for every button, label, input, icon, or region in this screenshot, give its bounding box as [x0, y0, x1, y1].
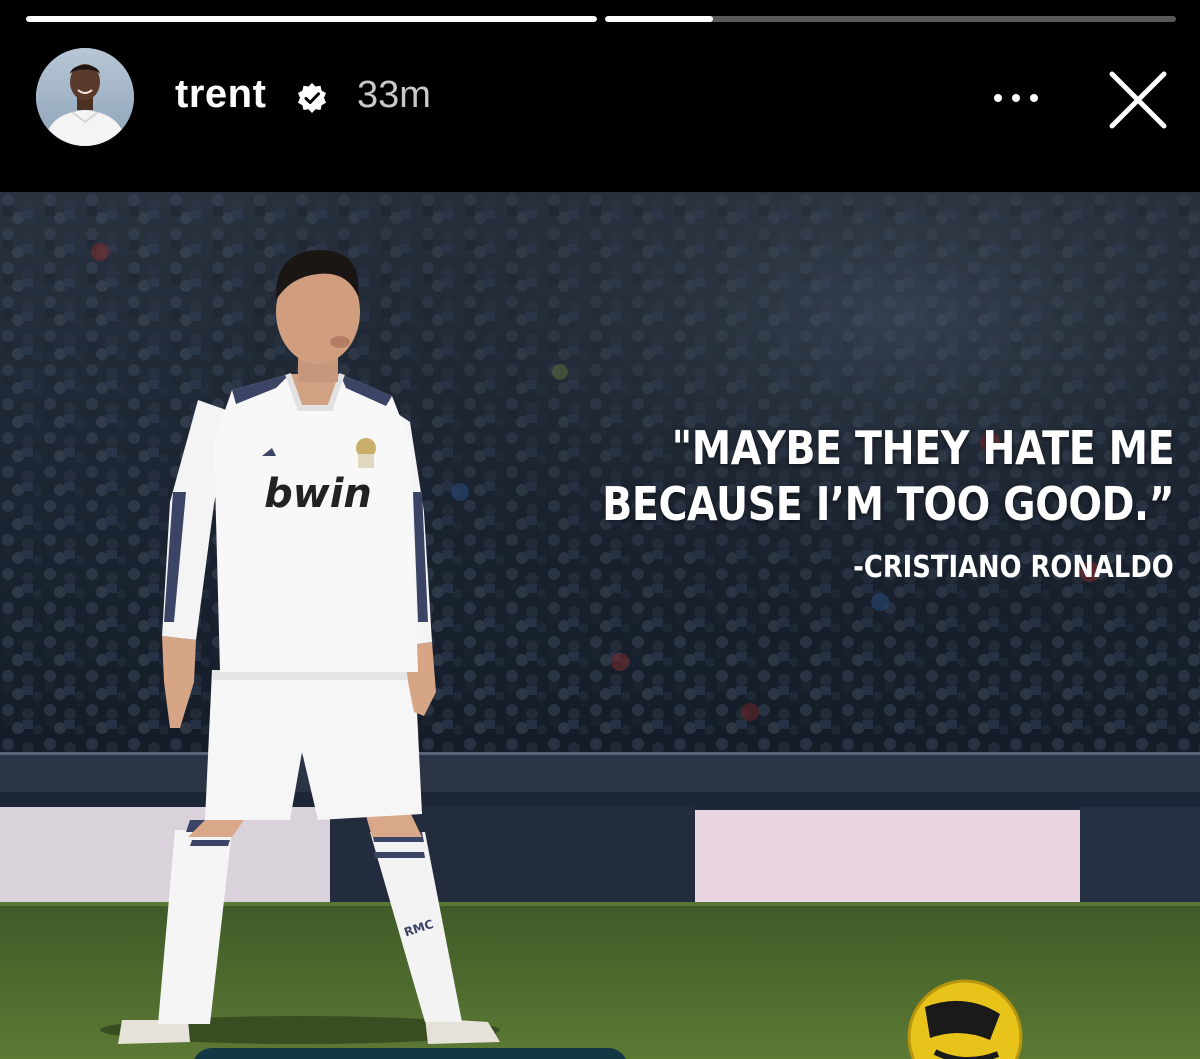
close-icon[interactable]	[1100, 62, 1176, 138]
progress-segment-2	[605, 16, 1176, 22]
verified-badge-icon	[298, 83, 326, 113]
quote-line-1: "MAYBE THEY HATE ME	[671, 421, 1174, 475]
avatar[interactable]	[36, 48, 134, 146]
progress-fill-1	[26, 16, 597, 22]
story-timestamp: 33m	[357, 74, 431, 116]
club-crest	[356, 438, 376, 468]
quote-line-2: BECAUSE I’M TOO GOOD.”	[601, 477, 1174, 531]
quote-text: "MAYBE THEY HATE ME BECAUSE I’M TOO GOOD…	[602, 420, 1174, 532]
story-header: trent 33m	[0, 44, 1200, 150]
username[interactable]: trent	[175, 72, 266, 117]
progress-fill-2	[605, 16, 714, 22]
progress-segment-1	[26, 16, 597, 22]
reply-bar[interactable]	[192, 1048, 628, 1059]
more-dots-icon[interactable]	[988, 84, 1044, 112]
story-progress	[26, 16, 1176, 22]
story-photo: bwin RMC	[0, 192, 1200, 1059]
jersey-sponsor: bwin	[264, 471, 372, 517]
story-image: bwin RMC "MAYBE THEY HATE ME BECAUSE I’M…	[0, 192, 1200, 1059]
avatar-image	[36, 48, 134, 146]
story-viewer: trent 33m bwin RMC "MAYBE THEY HATE ME B…	[0, 0, 1200, 1059]
quote-attribution: -CRISTIANO RONALDO	[853, 550, 1174, 585]
